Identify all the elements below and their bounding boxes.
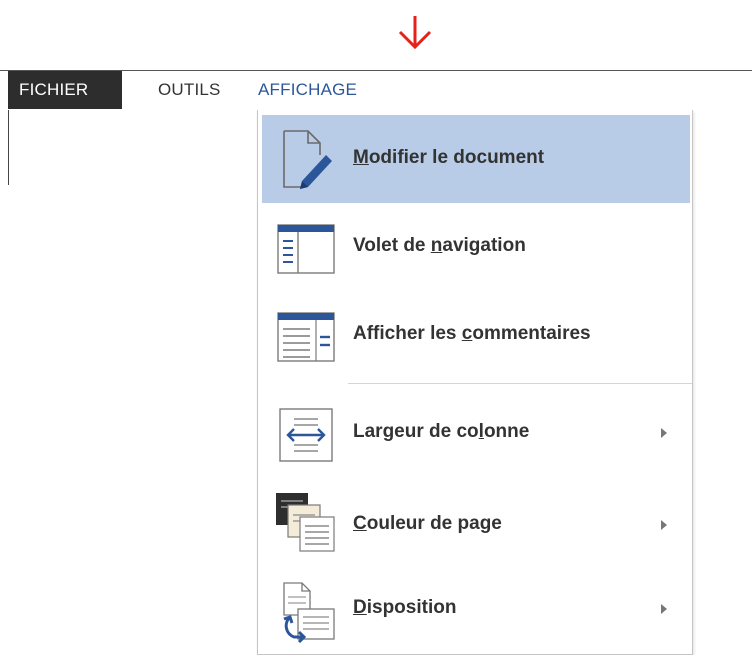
affichage-dropdown-menu: Modifier le document Volet de navigation [257,110,693,655]
menu-item-edit-document[interactable]: Modifier le document [262,115,690,203]
menu-item-label: Volet de navigation [353,235,526,256]
menu-separator [348,383,692,384]
show-comments-icon [277,312,335,362]
tab-fichier[interactable]: FICHIER [8,71,122,109]
layout-icon [283,582,335,643]
ribbon-tabs: FICHIER OUTILS AFFICHAGE [0,71,752,111]
menu-item-page-color[interactable]: Couleur de page [262,477,690,565]
menu-item-label: Couleur de page [353,513,502,534]
tab-affichage[interactable]: AFFICHAGE [258,71,357,109]
annotation-arrow-icon [398,16,432,50]
submenu-arrow-icon [661,428,667,438]
page-color-icon [276,493,335,552]
submenu-arrow-icon [661,604,667,614]
menu-item-column-width[interactable]: Largeur de colonne [262,389,690,477]
menu-item-layout[interactable]: Disposition [262,565,690,653]
submenu-arrow-icon [661,520,667,530]
menu-item-label: Modifier le document [353,147,545,168]
column-width-icon [279,408,333,462]
document-left-edge [8,110,9,185]
navigation-pane-icon [277,224,335,274]
tab-outils[interactable]: OUTILS [158,71,221,109]
menu-item-show-comments[interactable]: Afficher les commentaires [262,291,690,379]
menu-item-label: Largeur de colonne [353,421,530,442]
menu-item-navigation-pane[interactable]: Volet de navigation [262,203,690,291]
menu-item-label: Disposition [353,597,457,618]
menu-item-label: Afficher les commentaires [353,323,591,344]
edit-document-icon [283,130,332,189]
